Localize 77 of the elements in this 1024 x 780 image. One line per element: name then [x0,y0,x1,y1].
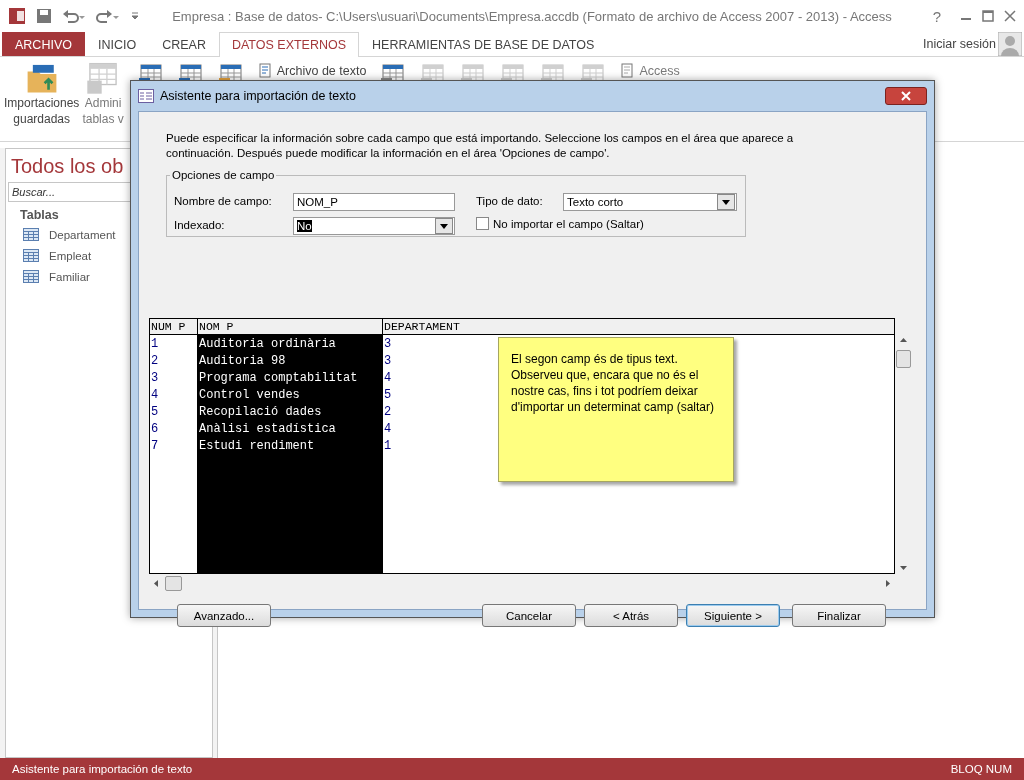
field-label: Tipo de dato: [476,195,543,207]
table-cell: 1 [150,336,159,353]
dialog-title: Asistente para importación de texto [160,89,356,103]
table-cell: 3 [150,370,159,387]
table-cell: Recopilació dades [198,404,322,421]
table-cell: Estudi rendiment [198,438,315,455]
help-button[interactable]: ? [924,6,950,26]
table-cell: Auditoria ordinària [198,336,336,353]
table-cell: 6 [150,421,159,438]
table-cell: 7 [150,438,159,455]
column-header[interactable]: NOM P [198,319,382,335]
table-cell: 2 [150,353,159,370]
group-legend: Opciones de campo [170,169,277,181]
scroll-right-icon[interactable] [886,580,890,587]
column-header[interactable]: NUM P [150,319,197,335]
table-cell: 3 [383,353,392,370]
undo-icon[interactable] [62,8,86,24]
caret-icon [722,199,730,205]
status-indicator: BLOQ NUM [950,763,1012,775]
ribbon-tab[interactable]: DATOS EXTERNOS [218,32,360,57]
table-cell: Programa comptabilitat [198,370,358,387]
table-cell: Control vendes [198,387,300,404]
sign-in-link[interactable]: Iniciar sesión [923,32,1024,56]
file-tab[interactable]: ARCHIVO [2,32,85,56]
instructions-text: Puede especificar la información sobre cada campo que está importando. Seleccione los campos en el área que aparece a continuación. Después puede modificar la información en el área 'Opciones de campo'. [166,131,795,161]
indexed-dropdown[interactable]: No [293,217,455,235]
table-item[interactable]: Familiar [49,270,90,283]
document-icon [257,63,274,79]
ribbon-tab[interactable]: HERRAMIENTAS DE BASE DE DATOS [359,32,608,56]
table-cell: 2 [383,404,392,421]
scroll-left-icon[interactable] [154,580,158,587]
customize-toolbar-icon[interactable] [130,11,140,21]
caret-icon [440,223,448,229]
dialog-button[interactable]: < Atrás [584,604,678,627]
skip-field-checkbox[interactable]: No importar el campo (Saltar) [476,217,644,230]
close-icon[interactable] [1004,10,1016,22]
data-type-dropdown[interactable]: Texto corto [563,193,737,211]
save-icon[interactable] [36,8,52,24]
close-button[interactable] [885,87,927,105]
table-item[interactable]: Departament [49,228,116,241]
table-cell: 4 [150,387,159,404]
nav-pane-title: Todos los ob [11,154,124,179]
field-label: Indexado: [174,219,225,231]
status-text: Asistente para importación de texto [12,763,193,775]
close-icon [900,91,912,101]
table-cell: Anàlisi estadística [198,421,336,438]
ribbon-button[interactable]: Archivo de texto [257,61,367,81]
dialog-button[interactable]: Siguiente > [686,604,780,627]
column-header[interactable]: DEPARTAMENT [383,319,894,335]
redo-icon[interactable] [96,8,120,24]
ribbon-tab[interactable]: CREAR [149,32,219,56]
sticky-note: El segon camp és de tipus text. Observeu que, encara que no és el nostre cas, fins i tot podríem deixar d'importar un determinat camp (saltar) [498,337,734,482]
form-icon [138,89,154,103]
dialog-button[interactable]: Avanzado... [177,604,271,627]
table-cell: 1 [383,438,392,455]
table-icon [23,249,39,262]
table-cell: 3 [383,336,392,353]
scroll-thumb[interactable] [165,576,182,591]
scroll-down-icon[interactable] [900,566,907,570]
table-item[interactable]: Empleat [49,249,92,262]
field-name-input[interactable]: NOM_P [293,193,455,211]
ribbon-tab[interactable]: INICIO [84,32,150,56]
dialog-button[interactable]: Finalizar [792,604,886,627]
table-cell: 5 [383,387,392,404]
table-cell: 4 [383,370,392,387]
dialog-button[interactable]: Cancelar [482,604,576,627]
table-cell: 4 [383,421,392,438]
table-cell: Auditoria 98 [198,353,286,370]
table-icon [23,228,39,241]
scroll-thumb[interactable] [896,350,911,368]
maximize-icon[interactable] [982,10,994,22]
table-cell: 5 [150,404,159,421]
scroll-up-icon[interactable] [900,338,907,342]
table-icon [23,270,39,283]
app-logo-icon [8,7,26,25]
window-title: Empresa : Base de datos- C:\Users\usuari\Documents\Empresa.accdb (Formato de archivo de Access 2007 - 2013) - Access [171,8,893,24]
ribbon-button[interactable]: Importaciones guardadas [4,61,80,127]
